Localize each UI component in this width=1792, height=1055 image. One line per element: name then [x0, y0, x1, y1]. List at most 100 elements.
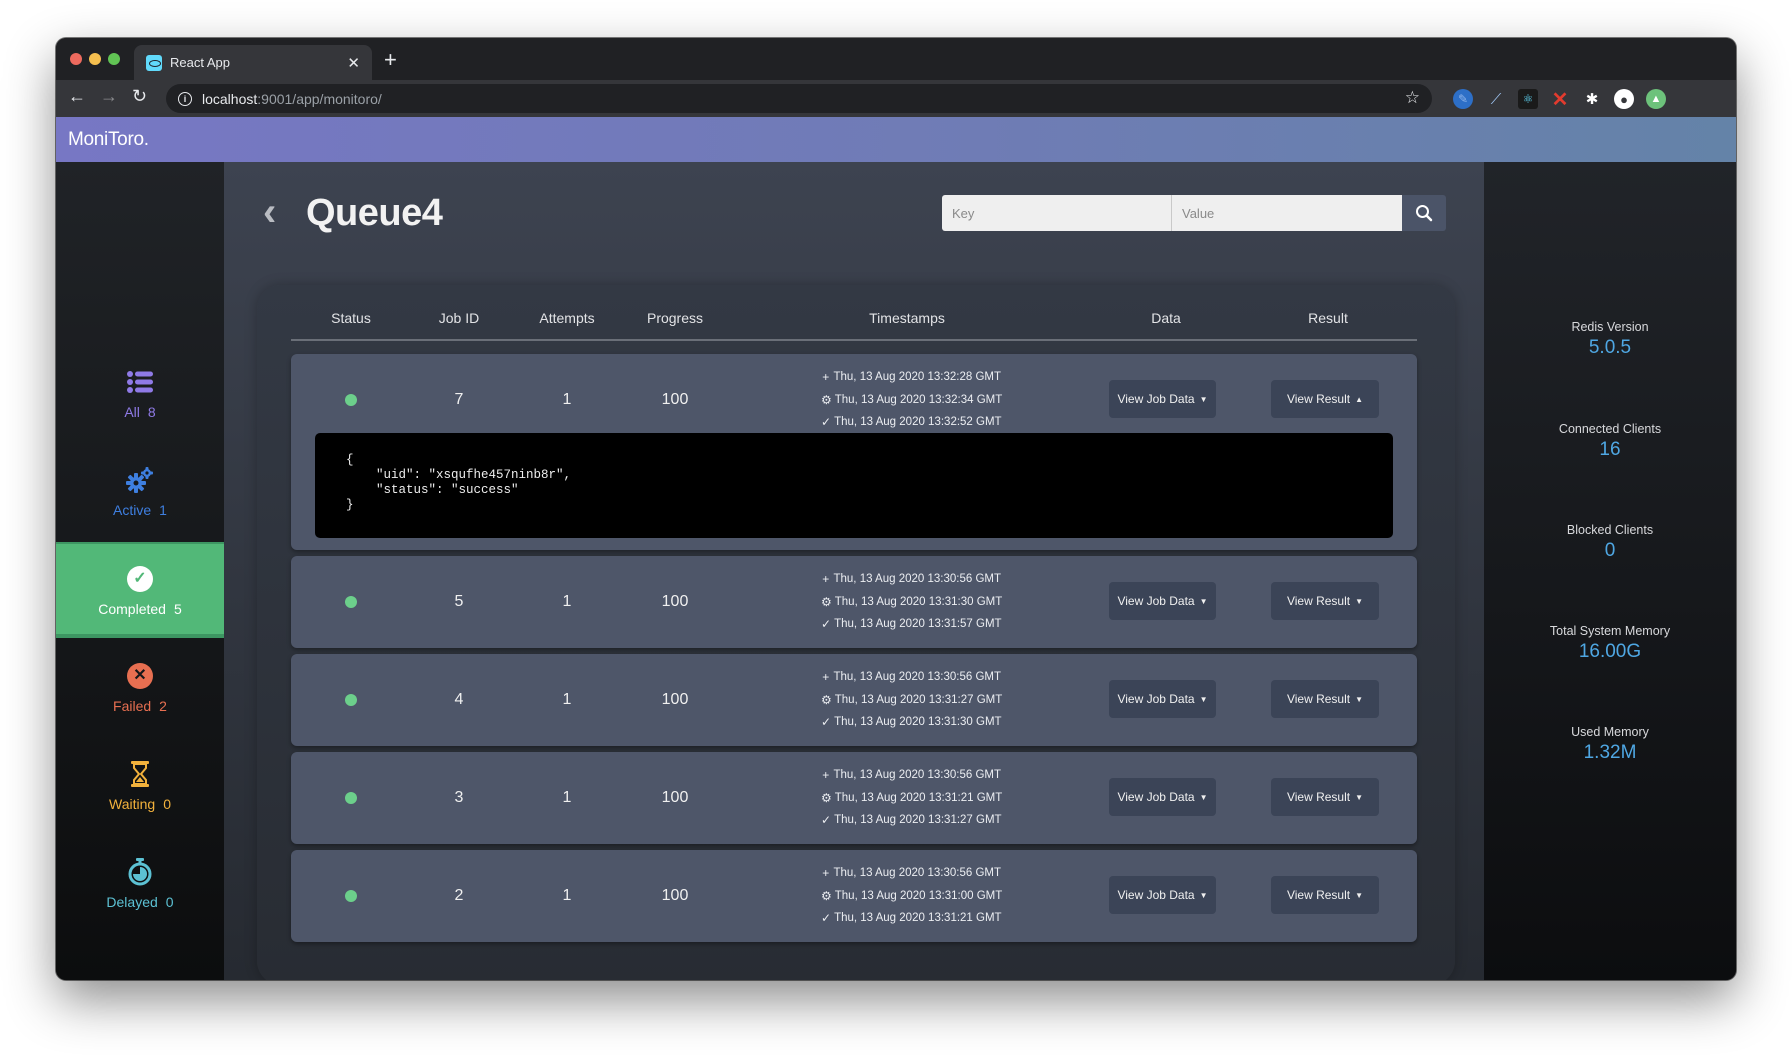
progress: 100 — [661, 691, 689, 708]
update-arrow-icon[interactable]: ▲ — [1646, 89, 1666, 109]
app-header: MoniToro. — [56, 117, 1736, 162]
view-job-data-label: View Job Data — [1117, 594, 1195, 608]
search-value-input[interactable] — [1172, 195, 1402, 231]
maximize-window-button[interactable] — [108, 53, 120, 65]
url-host: localhost — [202, 90, 258, 107]
job-row: 4 1 100 + Thu, 13 Aug 2020 13:30:56 GMT ⚙ Thu,… — [291, 654, 1417, 746]
column-header-progress: Progress — [646, 310, 704, 326]
timestamps: + Thu, 13 Aug 2020 13:30:56 GMT ⚙ Thu, 13 A… — [821, 568, 1003, 636]
info-icon[interactable]: i — [178, 91, 192, 106]
timestamps: + Thu, 13 Aug 2020 13:32:28 GMT ⚙ Thu, 13 A… — [821, 366, 1002, 434]
forward-arrow-icon[interactable]: → — [100, 86, 118, 107]
status-dot-completed — [345, 596, 357, 608]
tab-strip: React App ✕ + — [56, 38, 1736, 80]
view-job-data-button[interactable]: View Job Data ▼ — [1109, 380, 1216, 418]
back-chevron-icon[interactable]: ‹ — [263, 192, 276, 232]
sidebar-item-active[interactable]: Active 1 — [56, 444, 224, 538]
column-header-timestamps: Timestamps — [869, 310, 945, 326]
new-tab-button[interactable]: + — [384, 47, 397, 73]
react-favicon-icon — [146, 54, 162, 71]
timestamps: + Thu, 13 Aug 2020 13:30:56 GMT ⚙ Thu, 13 A… — [821, 862, 1002, 930]
minimize-window-button[interactable] — [89, 53, 101, 65]
created-timestamp: Thu, 13 Aug 2020 13:30:56 GMT — [833, 671, 1001, 683]
column-header-data: Data — [1151, 310, 1181, 326]
stat-value: 16.00G — [1578, 641, 1642, 662]
created-timestamp: Thu, 13 Aug 2020 13:30:56 GMT — [833, 769, 1001, 781]
status-cell — [345, 556, 357, 648]
created-timestamp: Thu, 13 Aug 2020 13:30:56 GMT — [833, 573, 1001, 585]
app-logo[interactable]: MoniToro. — [68, 129, 149, 151]
check-icon: ✓ — [821, 715, 832, 729]
view-result-label: View Result — [1286, 594, 1351, 608]
search-key-input[interactable] — [942, 195, 1172, 231]
attempts: 1 — [562, 593, 572, 610]
gear-icon: ⚙ — [821, 594, 832, 609]
extension-pen-icon[interactable]: ⟋ — [1486, 89, 1506, 109]
back-arrow-icon[interactable]: ← — [68, 86, 86, 107]
status-dot-completed — [345, 792, 357, 804]
sidebar-item-count: 8 — [147, 404, 156, 420]
extensions-puzzle-icon[interactable]: ✱ — [1582, 89, 1602, 109]
sidebar-item-count: 5 — [173, 601, 182, 617]
check-circle-icon: ✓ — [127, 566, 153, 592]
react-devtools-icon[interactable]: ⚛ — [1518, 89, 1538, 109]
close-tab-icon[interactable]: ✕ — [347, 54, 360, 72]
finished-timestamp: Thu, 13 Aug 2020 13:31:21 GMT — [834, 912, 1002, 924]
sidebar-item-label: Waiting — [109, 796, 156, 812]
bookmark-star-icon[interactable]: ☆ — [1405, 88, 1420, 108]
hourglass-icon — [131, 758, 149, 790]
profile-avatar-icon[interactable]: ● — [1614, 89, 1634, 109]
column-header-attempts: Attempts — [539, 310, 595, 326]
status-cell — [345, 654, 357, 746]
plus-icon: + — [822, 866, 830, 880]
stat-label: Blocked Clients — [1566, 523, 1654, 537]
sidebar-item-completed[interactable]: ✓ Completed 5 — [56, 542, 224, 638]
view-job-data-button[interactable]: View Job Data ▼ — [1109, 582, 1216, 620]
extension-dropper-icon[interactable]: ✎ — [1453, 89, 1473, 109]
jobs-table: Status Job ID Attempts Progress Timestam… — [257, 285, 1455, 980]
view-result-button[interactable]: View Result ▼ — [1271, 876, 1379, 914]
sidebar-item-failed[interactable]: ✕ Failed 2 — [56, 640, 224, 734]
sidebar-item-waiting[interactable]: Waiting 0 — [56, 738, 224, 832]
view-result-button[interactable]: View Result ▲ — [1271, 380, 1379, 418]
view-job-data-button[interactable]: View Job Data ▼ — [1109, 680, 1216, 718]
stat-label: Used Memory — [1571, 725, 1649, 739]
view-job-data-label: View Job Data — [1117, 692, 1195, 706]
close-window-button[interactable] — [70, 53, 82, 65]
view-result-button[interactable]: View Result ▼ — [1271, 680, 1379, 718]
stat-value: 0 — [1604, 540, 1616, 561]
sidebar-item-count: 1 — [159, 502, 167, 518]
extension-x-icon[interactable]: ✕ — [1550, 89, 1570, 111]
sidebar-item-label: Completed — [98, 601, 166, 617]
reload-icon[interactable]: ↻ — [132, 86, 147, 107]
sidebar-item-delayed[interactable]: Delayed 0 — [56, 836, 224, 930]
browser-tab[interactable]: React App ✕ — [134, 45, 372, 80]
stat-label: Redis Version — [1571, 320, 1649, 334]
stat-value: 1.32M — [1583, 742, 1637, 763]
view-job-data-button[interactable]: View Job Data ▼ — [1109, 876, 1216, 914]
status-dot-completed — [345, 694, 357, 706]
stat-redis-version: Redis Version 5.0.5 — [1484, 320, 1736, 359]
gear-icon: ⚙ — [821, 692, 832, 707]
sidebar-item-all[interactable]: All 8 — [56, 346, 224, 440]
status-dot-completed — [345, 890, 357, 902]
view-result-button[interactable]: View Result ▼ — [1271, 778, 1379, 816]
finished-timestamp: Thu, 13 Aug 2020 13:32:52 GMT — [834, 416, 1002, 428]
processed-timestamp: Thu, 13 Aug 2020 13:31:30 GMT — [834, 595, 1003, 608]
view-result-label: View Result — [1286, 692, 1351, 706]
status-cell — [345, 850, 357, 942]
job-id: 4 — [454, 691, 464, 708]
stat-blocked-clients: Blocked Clients 0 — [1484, 523, 1736, 562]
address-bar[interactable]: i localhost :9001/app/monitoro/ ☆ — [166, 84, 1432, 113]
chevron-down-icon: ▼ — [1355, 792, 1364, 802]
view-job-data-button[interactable]: View Job Data ▼ — [1109, 778, 1216, 816]
view-result-button[interactable]: View Result ▼ — [1271, 582, 1379, 620]
view-job-data-label: View Job Data — [1117, 888, 1195, 902]
job-search-form — [942, 195, 1446, 231]
search-button[interactable] — [1402, 195, 1446, 231]
view-job-data-label: View Job Data — [1117, 790, 1195, 804]
sidebar-item-count: 0 — [163, 796, 171, 812]
chevron-down-icon: ▼ — [1199, 596, 1208, 606]
plus-icon: + — [822, 370, 830, 384]
view-result-label: View Result — [1286, 392, 1351, 406]
